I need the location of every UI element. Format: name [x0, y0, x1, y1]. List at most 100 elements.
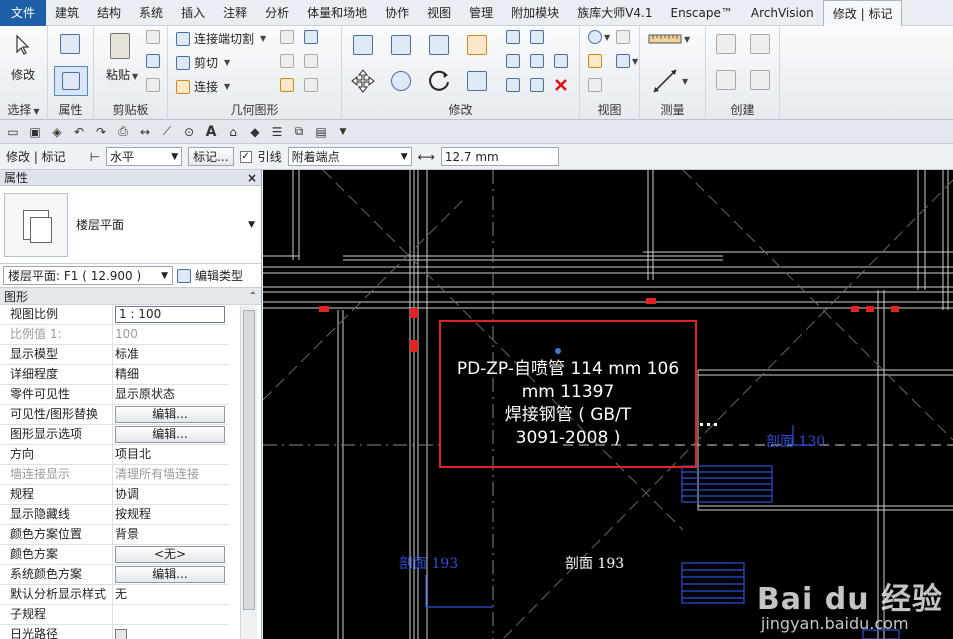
- sun-path-checkbox[interactable]: [115, 628, 127, 639]
- linework-icon[interactable]: [588, 54, 602, 68]
- override-graphics-icon[interactable]: [616, 30, 630, 44]
- property-value[interactable]: 项目北: [113, 445, 228, 464]
- menu-tab-3[interactable]: 系统: [130, 0, 172, 26]
- property-value[interactable]: 精细: [113, 365, 228, 384]
- dimension-icon[interactable]: ▼: [650, 66, 688, 96]
- property-row[interactable]: 子规程: [0, 605, 228, 625]
- properties-icon[interactable]: [54, 66, 88, 96]
- property-row[interactable]: 比例值 1: 100: [0, 325, 228, 345]
- scale-icon[interactable]: [530, 54, 544, 68]
- sync-icon[interactable]: ◈: [48, 123, 66, 141]
- property-value[interactable]: 编辑...: [113, 405, 228, 424]
- cope-button[interactable]: 连接端切割 ▼: [176, 30, 266, 47]
- leader-checkbox[interactable]: ✓: [239, 150, 252, 163]
- menu-tab-2[interactable]: 结构: [88, 0, 130, 26]
- customize-qat-icon[interactable]: ▼: [334, 123, 352, 141]
- property-value[interactable]: 按规程: [113, 505, 228, 524]
- create-group-icon[interactable]: [712, 66, 740, 94]
- property-row[interactable]: 视图比例 1 : 100: [0, 305, 228, 325]
- wall-joins-icon[interactable]: [280, 54, 294, 68]
- section-label-130[interactable]: 剖面 130: [766, 431, 825, 451]
- remove-paint-icon[interactable]: [304, 54, 318, 68]
- split-face-icon[interactable]: [280, 30, 294, 44]
- property-value[interactable]: 编辑...: [113, 565, 228, 584]
- panel-label-select[interactable]: 选择 ▼: [0, 101, 47, 118]
- property-value[interactable]: <无>: [113, 545, 228, 564]
- menu-tab-14[interactable]: ArchVision: [742, 0, 823, 26]
- menu-tab-4[interactable]: 插入: [172, 0, 214, 26]
- section-label-193-white[interactable]: 剖面 193: [565, 553, 624, 573]
- thin-lines-icon[interactable]: ☰: [268, 123, 286, 141]
- property-row[interactable]: 墙连接显示 清理所有墙连接: [0, 465, 228, 485]
- property-value[interactable]: 1 : 100: [113, 305, 228, 324]
- menu-tab-7[interactable]: 体量和场地: [298, 0, 376, 26]
- close-hidden-icon[interactable]: ⧉: [290, 123, 308, 141]
- menu-tab-10[interactable]: 管理: [460, 0, 502, 26]
- text-icon[interactable]: A: [202, 123, 220, 141]
- join-geometry-button[interactable]: 连接 ▼: [176, 78, 230, 95]
- menu-tab-0[interactable]: 文件: [0, 0, 47, 26]
- paste-label[interactable]: 粘贴 ▼: [106, 66, 138, 83]
- property-value[interactable]: 标准: [113, 345, 228, 364]
- close-icon[interactable]: ×: [247, 171, 257, 185]
- mirror-axis-icon[interactable]: [424, 30, 454, 60]
- property-value[interactable]: 无: [113, 585, 228, 604]
- match-properties-icon[interactable]: [146, 78, 160, 92]
- pin-icon[interactable]: [506, 78, 520, 92]
- pipe-tag-selected[interactable]: PD-ZP-自喷管 114 mm 106 mm 11397 焊接钢管 ( GB/…: [439, 320, 697, 468]
- menu-tab-5[interactable]: 注释: [214, 0, 256, 26]
- copy-elements-icon[interactable]: [386, 66, 416, 96]
- offset-icon[interactable]: [386, 30, 416, 60]
- property-edit-button[interactable]: 编辑...: [115, 566, 225, 583]
- modify-label[interactable]: 修改: [11, 66, 35, 83]
- menu-tab-15[interactable]: 修改 | 标记: [822, 0, 903, 27]
- property-edit-button[interactable]: 编辑...: [115, 406, 225, 423]
- print-icon[interactable]: ⎙: [114, 123, 132, 141]
- filter-icon[interactable]: ▼: [616, 54, 638, 68]
- undo-icon[interactable]: ↶: [70, 123, 88, 141]
- property-row[interactable]: 图形显示选项 编辑...: [0, 425, 228, 445]
- split-element-icon[interactable]: [506, 30, 520, 44]
- split-gap-icon[interactable]: [530, 30, 544, 44]
- modify-cursor-icon[interactable]: [12, 34, 34, 56]
- tag-quick-icon[interactable]: ⊙: [180, 123, 198, 141]
- menu-tab-8[interactable]: 协作: [376, 0, 418, 26]
- trim-multiple-icon[interactable]: [554, 54, 568, 68]
- paint-icon[interactable]: [304, 30, 318, 44]
- collapse-icon[interactable]: ⌃: [249, 291, 257, 302]
- mirror-draw-icon[interactable]: [462, 30, 492, 60]
- create-similar-icon[interactable]: [746, 66, 774, 94]
- cut-scissors-icon[interactable]: [146, 30, 160, 44]
- switch-windows-icon[interactable]: ▤: [312, 123, 330, 141]
- drawing-canvas[interactable]: PD-ZP-自喷管 114 mm 106 mm 11397 焊接钢管 ( GB/…: [263, 170, 953, 639]
- property-row[interactable]: 零件可见性 显示原状态: [0, 385, 228, 405]
- create-assembly-icon[interactable]: [712, 30, 740, 58]
- view-scale-input[interactable]: 1 : 100: [115, 306, 225, 323]
- properties-scrollbar[interactable]: [240, 306, 257, 639]
- delete-icon[interactable]: [554, 78, 568, 92]
- menu-tab-11[interactable]: 附加模块: [502, 0, 568, 26]
- property-row[interactable]: 默认分析显示样式无: [0, 585, 228, 605]
- 3d-view-icon[interactable]: ⌂: [224, 123, 242, 141]
- redo-icon[interactable]: ↷: [92, 123, 110, 141]
- trim-extend-icon[interactable]: [462, 66, 492, 96]
- copy-icon[interactable]: [146, 54, 160, 68]
- menu-tab-9[interactable]: 视图: [418, 0, 460, 26]
- property-edit-button[interactable]: <无>: [115, 546, 225, 563]
- leader-type-select[interactable]: 附着端点 ▼: [287, 147, 412, 166]
- instance-selector[interactable]: 楼层平面: F1 ( 12.900 ) ▼: [3, 266, 173, 285]
- hide-element-icon[interactable]: [588, 78, 602, 92]
- hammer-icon[interactable]: [304, 78, 318, 92]
- edit-type-button[interactable]: 编辑类型: [195, 267, 243, 284]
- rotate-icon[interactable]: [424, 66, 454, 96]
- property-row[interactable]: 颜色方案 <无>: [0, 545, 228, 565]
- property-value[interactable]: [113, 605, 228, 624]
- lightbulb-icon[interactable]: ▼: [588, 30, 610, 44]
- paste-icon[interactable]: [106, 30, 134, 62]
- property-row[interactable]: 显示模型 标准: [0, 345, 228, 365]
- align-icon[interactable]: [348, 30, 378, 60]
- type-selector[interactable]: 楼层平面 ▼: [0, 186, 261, 264]
- property-edit-button[interactable]: 编辑...: [115, 426, 225, 443]
- property-value[interactable]: 编辑...: [113, 425, 228, 444]
- open-icon[interactable]: ▭: [4, 123, 22, 141]
